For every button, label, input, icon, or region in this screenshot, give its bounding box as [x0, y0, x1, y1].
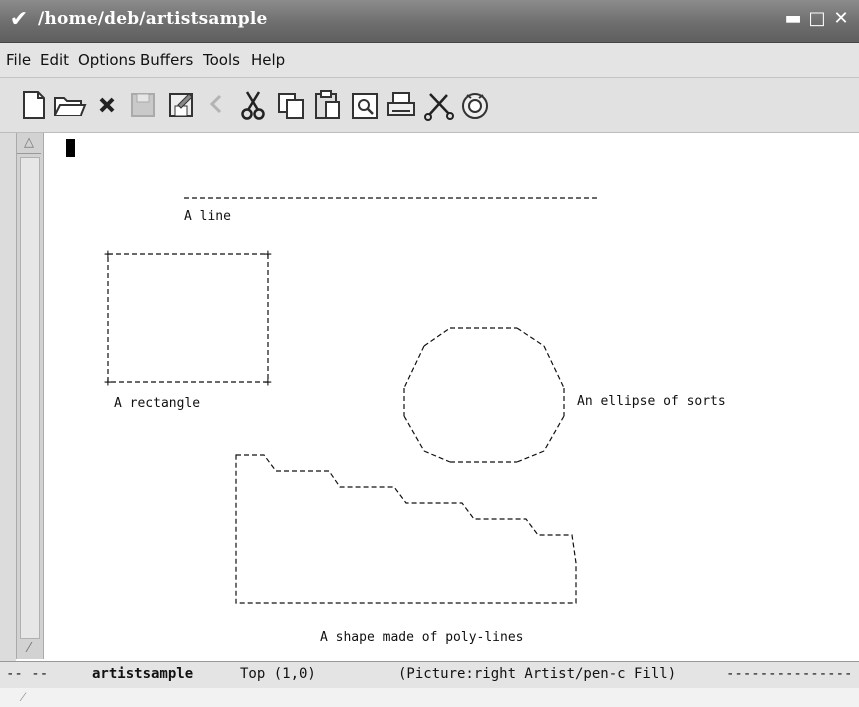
new-file-icon[interactable]: [14, 86, 52, 124]
modeline-position: Top (1,0): [240, 666, 316, 682]
corner-plus: +: [264, 375, 272, 390]
scroll-up-icon[interactable]: △: [17, 133, 41, 154]
ellipse-label: An ellipse of sorts: [577, 394, 726, 409]
open-folder-icon[interactable]: [50, 86, 88, 124]
window-title: /home/deb/artistsample: [38, 9, 268, 29]
line-label: A line: [184, 209, 231, 224]
close-button[interactable]: ✕: [831, 9, 851, 29]
menu-edit[interactable]: Edit: [40, 51, 69, 69]
scrollbar-thumb[interactable]: [20, 157, 40, 639]
save-icon[interactable]: [124, 86, 162, 124]
modeline-buffer-name: artistsample: [92, 666, 194, 682]
preferences-icon[interactable]: [420, 86, 458, 124]
modeline-status: -- --: [6, 666, 49, 682]
modeline-fill: ---------------: [726, 666, 853, 682]
help-icon[interactable]: [456, 86, 494, 124]
corner-plus: +: [104, 247, 112, 262]
toolbar: [0, 78, 859, 133]
left-fringe: [0, 133, 16, 661]
maximize-button[interactable]: □: [807, 9, 827, 29]
rectangle-corners: + + + +: [104, 247, 272, 390]
scroll-down-icon[interactable]: ⁄: [17, 639, 41, 659]
minibuffer-scroll-icon: ⁄: [22, 690, 25, 705]
menu-options[interactable]: Options: [78, 51, 136, 69]
close-icon[interactable]: [88, 86, 126, 124]
save-as-icon[interactable]: [162, 86, 200, 124]
title-bar[interactable]: ✔ /home/deb/artistsample ▬ □ ✕: [0, 0, 859, 43]
mode-line[interactable]: -- -- artistsample Top (1,0) (Picture:ri…: [0, 661, 859, 689]
menu-help[interactable]: Help: [251, 51, 285, 69]
ellipse-drawing: [403, 327, 565, 463]
corner-plus: +: [104, 375, 112, 390]
copy-icon[interactable]: [272, 86, 310, 124]
rectangle-drawing: [107, 253, 269, 383]
emacs-window: ✔ /home/deb/artistsample ▬ □ ✕ File Edit…: [0, 0, 859, 707]
print-icon[interactable]: [382, 86, 420, 124]
cut-icon[interactable]: [234, 86, 272, 124]
window-menu-icon[interactable]: ✔: [6, 7, 32, 33]
corner-plus: +: [264, 247, 272, 262]
minibuffer[interactable]: ⁄: [0, 688, 859, 707]
vertical-scrollbar[interactable]: △ ⁄: [16, 133, 44, 659]
window-controls: ▬ □ ✕: [781, 0, 859, 42]
polyline-drawing: [235, 454, 577, 604]
paste-icon[interactable]: [308, 86, 346, 124]
undo-icon[interactable]: [198, 86, 236, 124]
rectangle-label: A rectangle: [114, 396, 200, 411]
artist-picture[interactable]: A line + + + + A rectangle An ellipse of…: [44, 133, 859, 661]
search-icon[interactable]: [346, 86, 384, 124]
polyline-label: A shape made of poly-lines: [320, 630, 524, 645]
modeline-modes: (Picture:right Artist/pen-c Fill): [398, 666, 677, 682]
menu-tools[interactable]: Tools: [203, 51, 240, 69]
menu-buffers[interactable]: Buffers: [140, 51, 193, 69]
menu-bar: File Edit Options Buffers Tools Help: [0, 43, 859, 78]
menu-file[interactable]: File: [6, 51, 31, 69]
minimize-button[interactable]: ▬: [783, 9, 803, 29]
